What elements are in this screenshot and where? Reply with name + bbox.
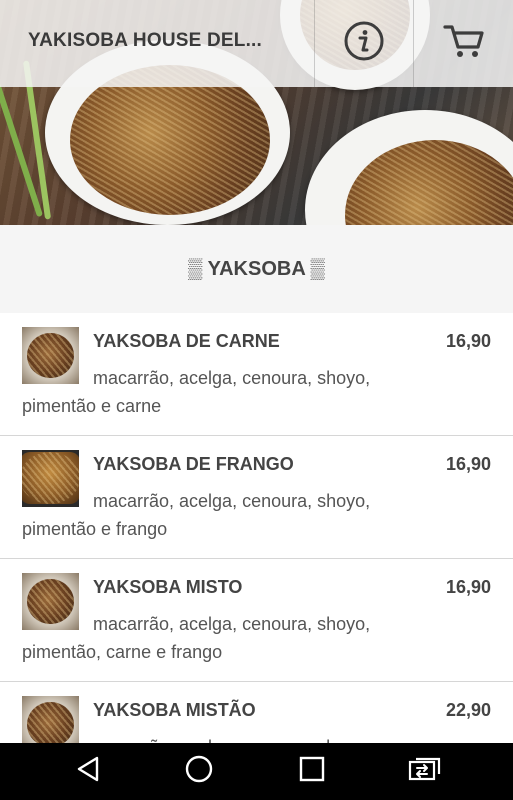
menu-item-name: YAKSOBA DE CARNE — [93, 331, 280, 351]
system-navigation-bar — [0, 743, 513, 800]
app-header: YAKISOBA HOUSE DEL... — [0, 0, 513, 87]
menu-item-name: YAKSOBA DE FRANGO — [93, 454, 294, 474]
menu-item[interactable]: YAKSOBA MISTO 16,90 macarrão, acelga, ce… — [0, 559, 513, 682]
menu-item-price: 22,90 — [445, 700, 491, 720]
menu-item-price: 16,90 — [445, 454, 491, 474]
menu-item[interactable]: YAKSOBA DE FRANGO 16,90 macarrão, acelga… — [0, 436, 513, 559]
recents-square-icon — [298, 755, 326, 788]
menu-item-name: YAKSOBA MISTO — [93, 577, 243, 597]
recents-button[interactable] — [272, 743, 352, 800]
home-circle-icon — [184, 754, 214, 789]
menu-item-description: macarrão, acelga, cenoura, shoyo, piment… — [22, 368, 371, 416]
menu-item[interactable]: YAKSOBA DE CARNE 16,90 macarrão, acelga,… — [0, 313, 513, 436]
menu-list: YAKSOBA DE CARNE 16,90 macarrão, acelga,… — [0, 313, 513, 800]
menu-item-description: macarrão, acelga, cenoura, shoyo, piment… — [22, 491, 371, 539]
menu-item-description: macarrão, acelga, cenoura, shoyo, piment… — [22, 614, 371, 662]
category-title: ▒ YAKSOBA ▒ — [188, 257, 325, 280]
menu-item-price: 16,90 — [445, 577, 491, 597]
info-circle-icon — [343, 20, 385, 67]
restaurant-title: YAKISOBA HOUSE DEL... — [28, 30, 262, 51]
back-button[interactable] — [48, 743, 128, 800]
back-triangle-icon — [75, 755, 101, 788]
info-button[interactable] — [314, 0, 414, 87]
home-button[interactable] — [159, 743, 239, 800]
category-header: ▒ YAKSOBA ▒ — [0, 225, 513, 313]
cart-button[interactable] — [414, 0, 513, 87]
menu-item-price: 16,90 — [445, 331, 491, 351]
menu-item-name: YAKSOBA MISTÃO — [93, 700, 256, 720]
cart-icon — [442, 21, 486, 66]
switch-app-icon — [408, 756, 442, 787]
switch-app-button[interactable] — [385, 743, 465, 800]
